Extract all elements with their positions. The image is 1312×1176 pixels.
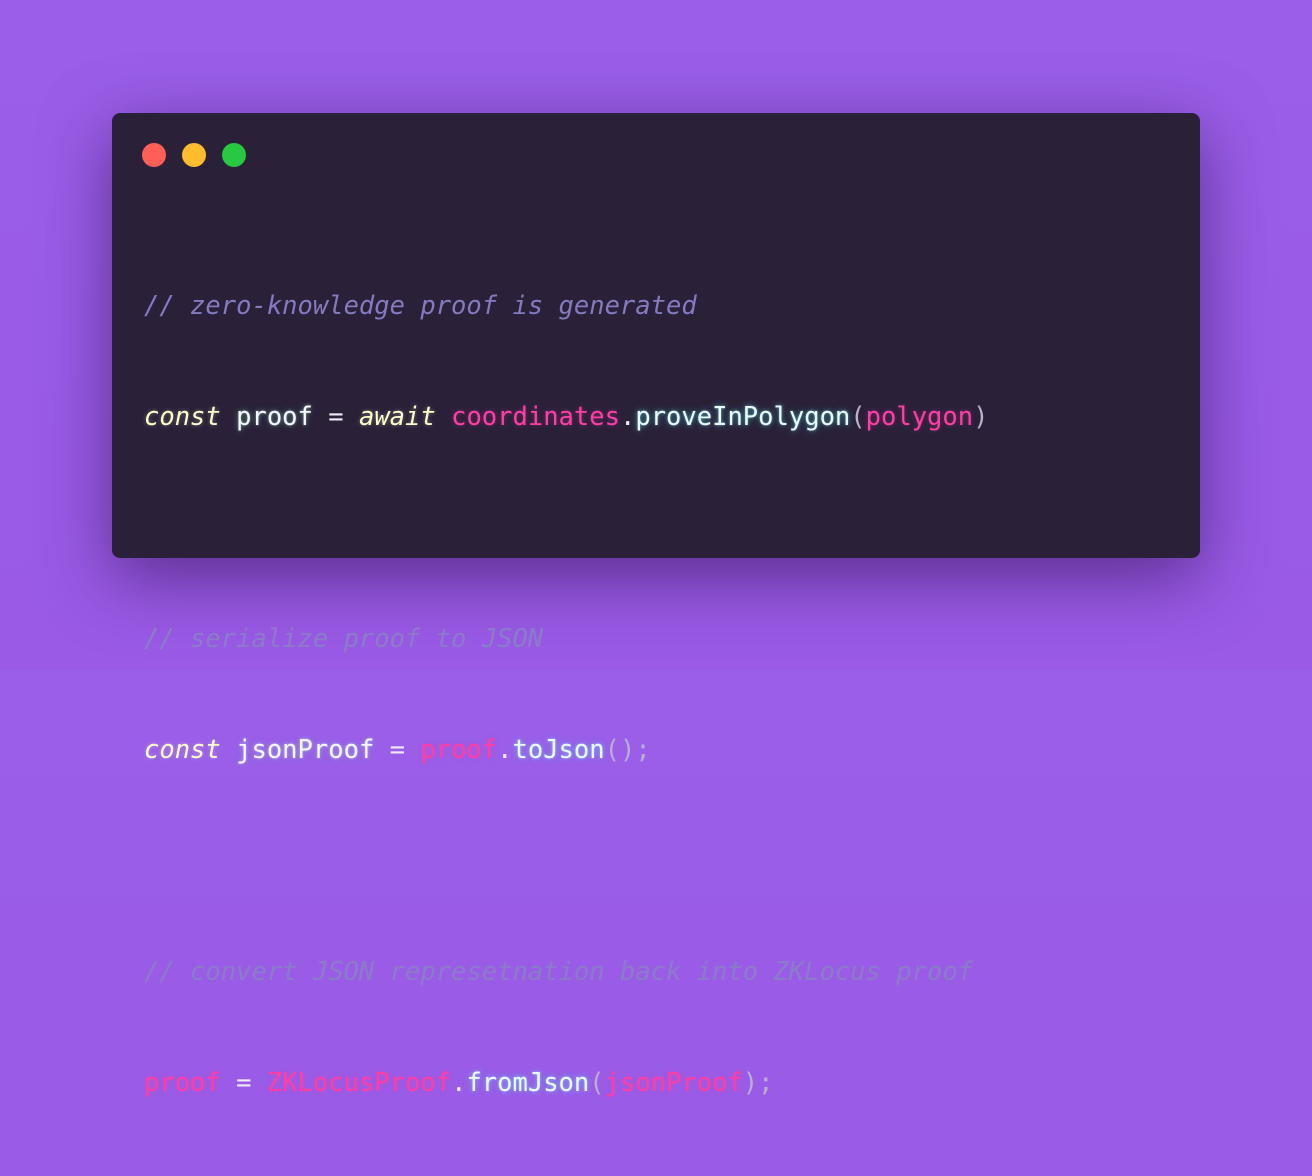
argument: jsonProof xyxy=(604,1068,743,1098)
method-name: toJson xyxy=(512,735,605,765)
assign-operator: = xyxy=(328,402,344,432)
code-window: // zero-knowledge proof is generated con… xyxy=(112,113,1200,1098)
assign-operator: = xyxy=(389,735,406,765)
code-line-6: proof = ZKLocusProof.fromJson(jsonProof)… xyxy=(144,1065,1180,1102)
dot-operator: . xyxy=(451,1068,467,1098)
minimize-dot-icon[interactable] xyxy=(182,143,206,167)
paren-close: ) xyxy=(973,402,989,432)
object-name: proof xyxy=(420,735,498,765)
maximize-dot-icon[interactable] xyxy=(222,143,246,167)
method-name: fromJson xyxy=(466,1068,590,1098)
method-name: proveInPolygon xyxy=(635,402,851,432)
comment: // zero-knowledge proof is generated xyxy=(144,291,697,321)
keyword-await: await xyxy=(358,402,436,432)
variable-name: jsonProof xyxy=(236,735,375,765)
comment: // convert JSON represetnation back into… xyxy=(144,957,974,987)
dot-operator: . xyxy=(497,735,513,765)
class-name: ZKLocusProof xyxy=(266,1068,452,1098)
comment: // serialize proof to JSON xyxy=(144,624,544,654)
code-line-1: // zero-knowledge proof is generated xyxy=(144,288,1180,325)
code-line-3: // serialize proof to JSON xyxy=(144,621,1180,658)
window-controls xyxy=(142,143,246,167)
assign-operator: = xyxy=(236,1068,252,1098)
variable-name: proof xyxy=(236,402,313,432)
close-dot-icon[interactable] xyxy=(142,143,166,167)
paren-close-semicolon: ); xyxy=(742,1068,774,1098)
keyword-const: const xyxy=(144,735,221,765)
code-block: // zero-knowledge proof is generated con… xyxy=(144,214,1180,1176)
argument: polygon xyxy=(865,402,974,432)
code-line-5: // convert JSON represetnation back into… xyxy=(144,954,1180,991)
variable-name: proof xyxy=(144,1068,221,1098)
paren-open: ( xyxy=(589,1068,605,1098)
code-line-2: const proof = await coordinates.proveInP… xyxy=(144,399,1180,436)
keyword-const: const xyxy=(144,402,221,432)
object-name: coordinates xyxy=(451,402,620,432)
code-line-4: const jsonProof = proof.toJson(); xyxy=(144,732,1180,769)
paren-open: ( xyxy=(850,402,866,432)
dot-operator: . xyxy=(619,402,636,432)
call-parens: (); xyxy=(604,735,651,765)
